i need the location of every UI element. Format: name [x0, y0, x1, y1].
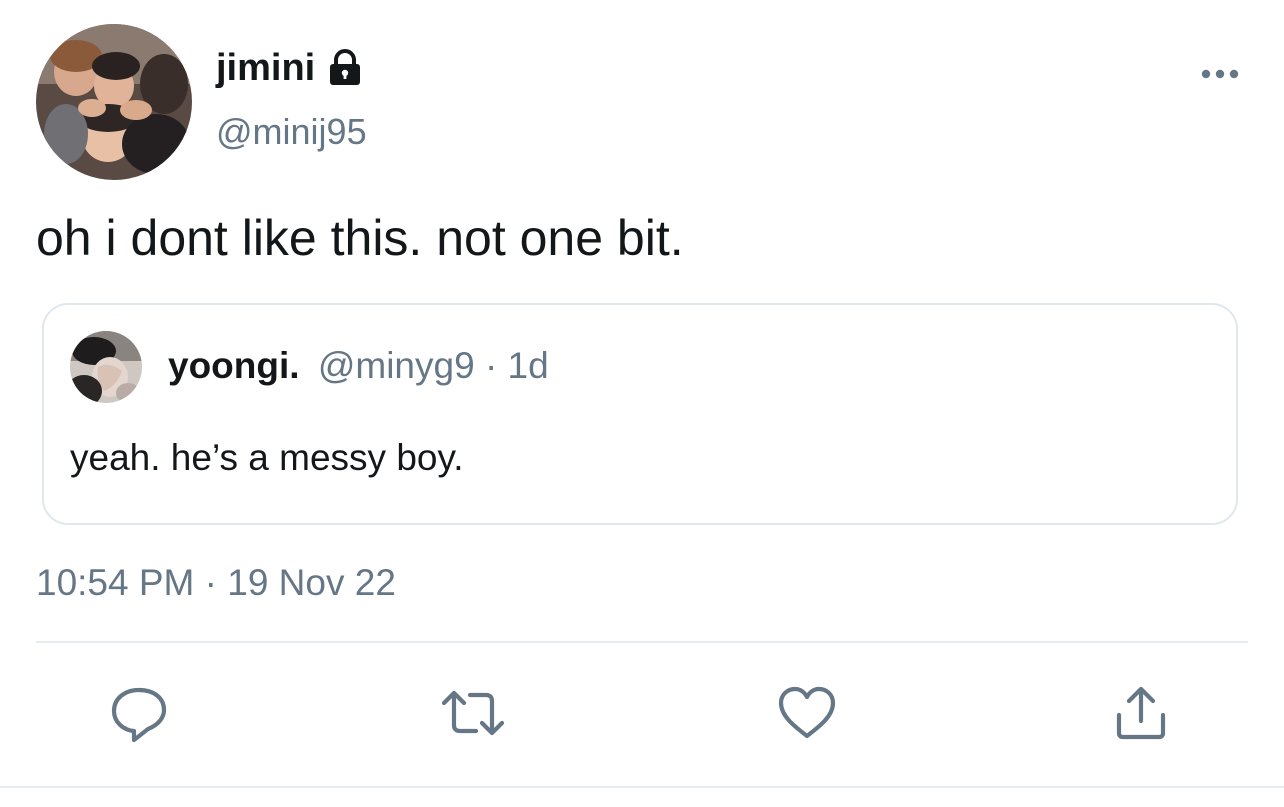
avatar-photo — [36, 24, 192, 180]
tweet-text: oh i dont like this. not one bit. — [36, 210, 684, 266]
author-avatar[interactable] — [36, 24, 192, 180]
share-button[interactable] — [1106, 680, 1176, 750]
author-name-row: jimini — [216, 44, 365, 92]
author-handle[interactable]: @minij95 — [216, 110, 367, 154]
quoted-avatar-photo — [70, 331, 142, 403]
reply-icon — [108, 682, 170, 749]
reply-button[interactable] — [104, 680, 174, 750]
like-button[interactable] — [772, 680, 842, 750]
retweet-button[interactable] — [438, 680, 508, 750]
quoted-author-name: yoongi. — [168, 345, 300, 386]
divider — [36, 641, 1248, 643]
retweet-icon — [438, 685, 508, 746]
bottom-divider — [0, 786, 1284, 788]
quoted-author-avatar — [70, 331, 142, 403]
share-icon — [1113, 683, 1169, 748]
tweet-timestamp[interactable]: 10:54 PM · 19 Nov 22 — [36, 560, 396, 606]
quoted-tweet-text: yeah. he’s a messy boy. — [70, 437, 464, 478]
heart-icon — [776, 684, 838, 747]
quoted-tweet-header: yoongi. @minyg9 · 1d — [168, 343, 549, 389]
quoted-author-meta: @minyg9 · 1d — [317, 345, 549, 386]
action-bar — [0, 680, 1284, 750]
lock-icon — [325, 48, 365, 88]
author-display-name[interactable]: jimini — [216, 44, 315, 92]
quoted-tweet-card[interactable]: yoongi. @minyg9 · 1d yeah. he’s a messy … — [42, 303, 1238, 525]
more-options-icon[interactable] — [1196, 60, 1244, 88]
